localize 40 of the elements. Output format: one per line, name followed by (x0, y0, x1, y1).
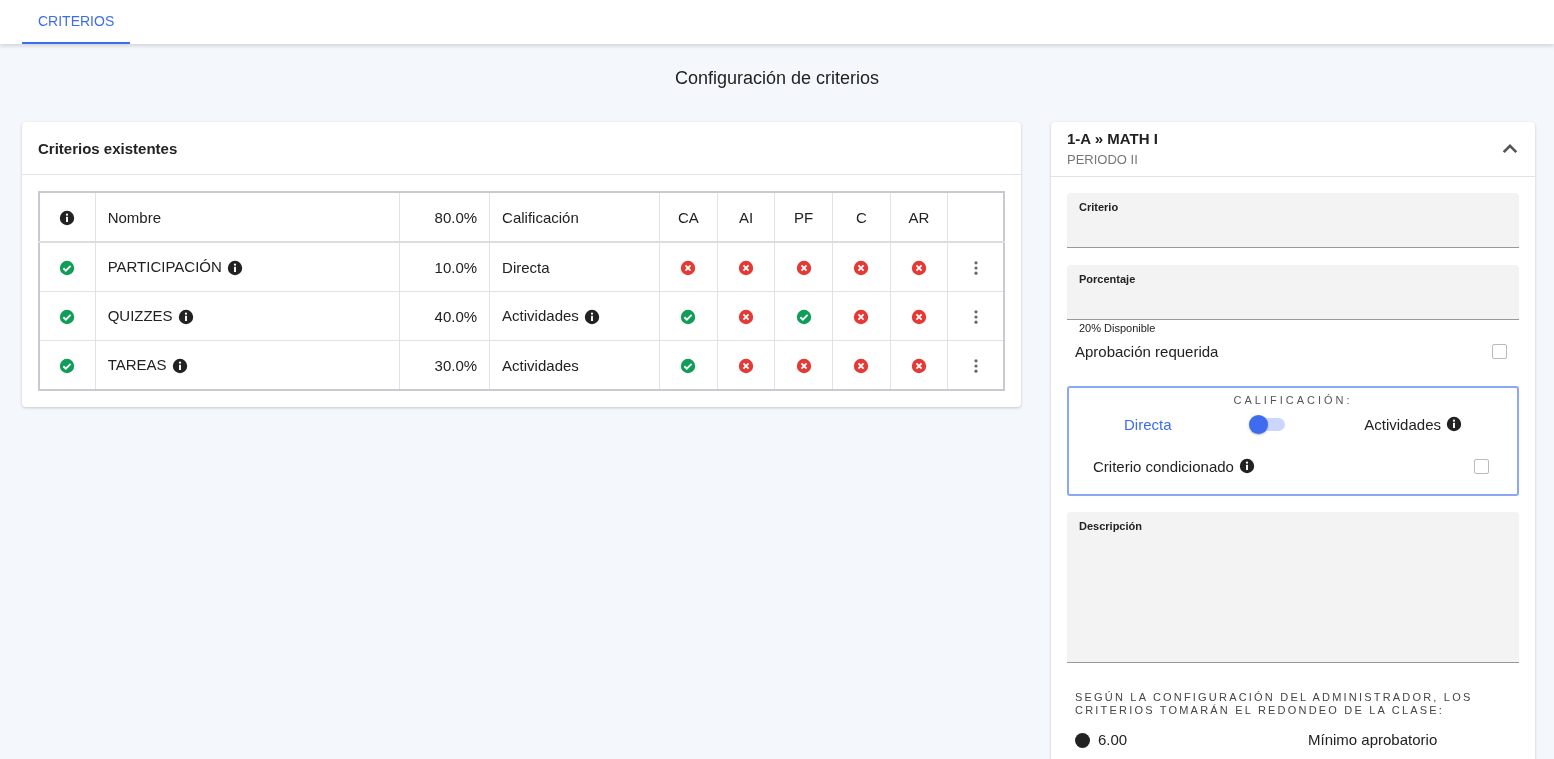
column-header: 80.0% (434, 208, 478, 226)
info-icon (59, 210, 76, 226)
passing-label: Mínimo aprobatorio (1308, 731, 1438, 749)
column-header: AI (738, 208, 754, 226)
tab[interactable]: CRITERIOS (22, 0, 131, 44)
checkbox[interactable] (1474, 458, 1489, 474)
info-icon (1238, 458, 1255, 474)
available-hint: 20% Disponible (1078, 321, 1157, 335)
column-header: PF (794, 208, 814, 226)
criterion-name: QUIZZES (107, 307, 173, 324)
grading-option[interactable]: Directa (1124, 415, 1172, 433)
grading-option[interactable]: Actividades (1364, 415, 1441, 433)
percent-value: 10.0% (434, 258, 478, 276)
column-header: AR (908, 208, 930, 226)
percentage-input-field[interactable]: Porcentaje (1067, 265, 1519, 320)
column-header: Nombre (107, 208, 161, 226)
section-label: CALIFICACIÓN: (1232, 394, 1354, 406)
toggle-switch[interactable] (1250, 417, 1285, 431)
card-title: Criterios existentes (38, 139, 178, 157)
rounding-note: SEGÚN LA CONFIGURACIÓN DEL ADMINISTRADOR, LOS CRITERIOS TOMARÁN EL REDONDEO DE LA CLASE: (1074, 691, 1474, 717)
column-header: C (855, 208, 867, 226)
criterion-name: TAREAS (107, 356, 167, 373)
checkbox-label: Criterio condicionado (1093, 457, 1234, 475)
column-header: CA (677, 208, 699, 226)
radio-dot-icon (1075, 732, 1090, 748)
percent-value: 40.0% (434, 307, 478, 325)
percent-value: 30.0% (434, 356, 478, 374)
page-title: Configuración de criterios (673, 67, 881, 90)
column-header: Calificación (502, 208, 579, 226)
description-text-area[interactable]: Descripción (1067, 512, 1519, 663)
grading-type: Actividades (502, 356, 579, 374)
criterion-input-field[interactable]: Criterio (1067, 193, 1519, 248)
checkbox[interactable] (1492, 343, 1507, 359)
panel-subtitle: PERIODO II (1067, 152, 1139, 168)
checkbox-label: Aprobación requerida (1075, 342, 1219, 360)
panel-title: 1-A » MATH I (1067, 130, 1158, 148)
criterion-name: PARTICIPACIÓN (107, 258, 222, 275)
passing-value: 6.00 (1098, 731, 1128, 749)
grading-type: Directa (502, 258, 550, 276)
grading-type: Actividades (502, 307, 579, 324)
